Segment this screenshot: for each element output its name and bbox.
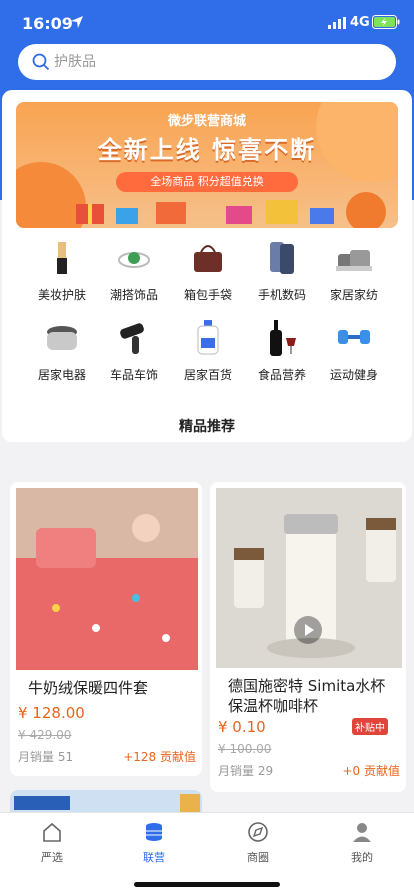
- car-vacuum-icon: [120, 323, 144, 354]
- product-card[interactable]: 牛奶绒保暖四件套 ¥ 128.00 ¥ 429.00 月销量 51 +128 贡…: [10, 482, 202, 776]
- product-sales: 月销量 51: [18, 750, 74, 764]
- product-price: ¥ 0.10: [218, 718, 266, 736]
- search-bar[interactable]: [18, 44, 396, 80]
- play-video-icon[interactable]: [294, 616, 322, 644]
- category-item[interactable]: 车品车饰: [94, 320, 174, 390]
- network-type: 4G: [350, 15, 370, 30]
- battery-charging-icon: [372, 15, 400, 29]
- product-name: 德国施密特 Simita水杯保温杯咖啡杯: [228, 677, 386, 715]
- handbag-icon: [194, 245, 222, 272]
- user-icon: [353, 823, 371, 842]
- search-input[interactable]: [54, 44, 374, 80]
- pillow-icon: [336, 250, 372, 271]
- signal-icon: [328, 17, 346, 29]
- coins-icon: [146, 823, 162, 841]
- category-item[interactable]: 居家百货: [168, 320, 248, 390]
- status-bar: 16:09 4G: [0, 0, 414, 44]
- rice-cooker-icon: [47, 326, 77, 350]
- banner-subtitle: 微步联营商城: [167, 114, 246, 129]
- banner-decoration: [346, 192, 386, 228]
- subsidy-tag: 补贴中: [352, 718, 388, 735]
- dumbbell-icon: [338, 330, 370, 344]
- wine-icon: [270, 320, 296, 356]
- category-item[interactable]: 美妆护肤: [22, 240, 102, 310]
- home-card: 微步联营商城 全新上线 惊喜不断 全场商品 积分超值兑换 美妆护肤 潮搭饰品 箱…: [2, 90, 412, 442]
- product-contribution: +128 贡献值: [123, 750, 196, 764]
- category-item[interactable]: 居家电器: [22, 320, 102, 390]
- ring-icon: [118, 252, 150, 268]
- product-image: [16, 488, 198, 670]
- product-price: ¥ 128.00: [18, 704, 85, 722]
- home-indicator: [134, 882, 280, 887]
- product-sales: 月销量 29: [218, 764, 274, 778]
- category-item[interactable]: 箱包手袋: [168, 240, 248, 310]
- promo-banner[interactable]: 微步联营商城 全新上线 惊喜不断 全场商品 积分超值兑换: [16, 102, 398, 228]
- tab-shangquan[interactable]: 商圈: [218, 821, 298, 867]
- detergent-icon: [197, 320, 219, 355]
- category-item[interactable]: 家居家纺: [314, 240, 394, 310]
- banner-title: 全新上线 惊喜不断: [97, 136, 317, 164]
- product-name: 牛奶绒保暖四件套: [28, 679, 149, 697]
- gift-boxes-illustration: [76, 200, 334, 224]
- product-original-price: ¥ 429.00: [18, 728, 72, 742]
- category-item[interactable]: 运动健身: [314, 320, 394, 390]
- location-arrow-icon: [71, 16, 83, 28]
- category-item[interactable]: 食品营养: [242, 320, 322, 390]
- product-card[interactable]: 德国施密特 Simita水杯保温杯咖啡杯 ¥ 0.10 补贴中 ¥ 100.00…: [210, 482, 406, 792]
- compass-icon: [248, 822, 268, 842]
- lipstick-icon: [57, 242, 67, 274]
- product-original-price: ¥ 100.00: [218, 742, 272, 756]
- tab-yanxuan[interactable]: 严选: [12, 821, 92, 867]
- section-title: 精品推荐: [179, 419, 235, 435]
- tab-mine[interactable]: 我的: [322, 821, 402, 867]
- category-item[interactable]: 手机数码: [242, 240, 322, 310]
- status-time: 16:09: [22, 14, 73, 33]
- category-item[interactable]: 潮搭饰品: [94, 240, 174, 310]
- tab-lianying[interactable]: 联营: [114, 821, 194, 867]
- product-contribution: +0 贡献值: [342, 764, 400, 778]
- phone-icon: [270, 242, 294, 274]
- banner-pill: 全场商品 积分超值兑换: [116, 172, 298, 192]
- search-icon: [32, 53, 50, 71]
- home-icon: [43, 822, 61, 842]
